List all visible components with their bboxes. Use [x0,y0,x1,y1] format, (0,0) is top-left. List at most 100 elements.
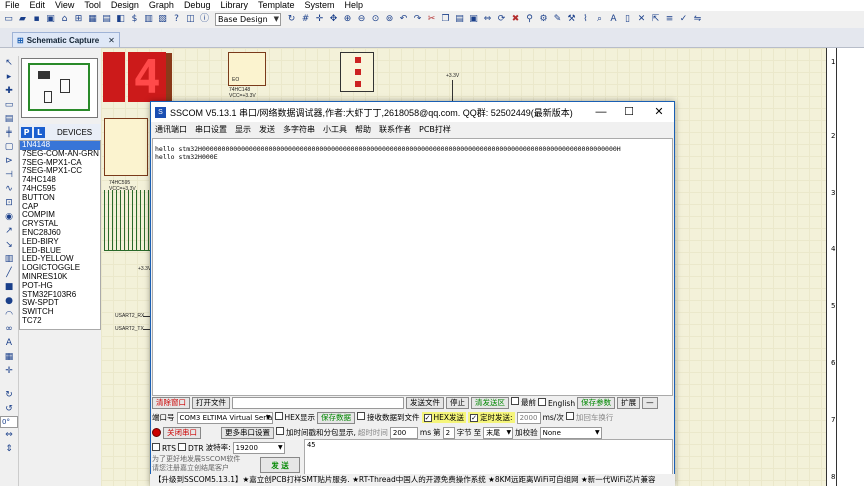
close-icon[interactable]: ✕ [108,36,115,45]
device-list-item[interactable]: LED-YELLOW [20,255,100,264]
arc-icon[interactable]: ◠ [0,308,18,322]
rotate-cw-icon[interactable]: ↻ [0,388,18,402]
overview-window[interactable] [21,58,98,118]
device-list-item[interactable]: 7SEG-MPX1-CA [20,159,100,168]
menu-design[interactable]: Design [106,0,144,11]
component-mode-icon[interactable]: ▸ [0,70,18,84]
stop-button[interactable]: 停止 [446,396,469,409]
pin-icon[interactable]: ⊣ [0,168,18,182]
rts-checkbox[interactable]: RTS [152,442,176,453]
chip-74hc595[interactable] [104,118,148,176]
wire-autorouter-icon[interactable]: ⌇ [579,13,592,26]
device-list[interactable]: 1N4148 7SEG-COM-AN-GRN 7SEG-MPX1-CA 7SEG-MP… [19,140,101,330]
search-tag-icon[interactable]: ⌕ [593,13,606,26]
timestamp-checkbox[interactable]: 加时间戳和分包显示, [276,427,356,438]
save-icon[interactable]: ▪ [30,13,43,26]
script-icon[interactable]: ▧ [156,13,169,26]
menu-contact[interactable]: 联系作者 [375,122,415,137]
device-list-item[interactable]: LED-BIRY [20,238,100,247]
bom-icon[interactable]: $ [128,13,141,26]
probe-current-icon[interactable]: ↘ [0,238,18,252]
pan-icon[interactable]: ✥ [327,13,340,26]
baud-select[interactable]: 19200 ▼ [232,441,285,454]
on-top-checkbox[interactable]: 最前 [511,397,536,408]
menu-system[interactable]: System [300,0,340,11]
open-folder-icon[interactable]: ▰ [16,13,29,26]
switch-block[interactable] [340,52,374,92]
block-copy-icon[interactable]: ▣ [467,13,480,26]
receive-area[interactable]: hello stm32H0000000000000000000000000000… [152,138,673,396]
chip-74hc148[interactable]: EO [228,52,266,86]
help-icon[interactable]: ? [170,13,183,26]
design-combo[interactable]: Base Design ▼ [215,13,281,26]
menu-send[interactable]: 发送 [255,122,279,137]
close-file-icon[interactable]: ▣ [44,13,57,26]
menu-view[interactable]: View [50,0,79,11]
device-list-item[interactable]: SW-SPDT [20,299,100,308]
goto-parent-icon[interactable]: ⇱ [649,13,662,26]
paste-icon[interactable]: ▤ [453,13,466,26]
send-file-button[interactable]: 发送文件 [406,396,444,409]
save-data-button[interactable]: 保存数据 [317,411,356,424]
grid-icon[interactable]: # [299,13,312,26]
text-icon[interactable]: A [0,336,18,350]
collapse-button[interactable]: — [642,396,658,409]
symbol-icon[interactable]: ▦ [0,350,18,364]
open-file-button[interactable]: 打开文件 [192,396,230,409]
menu-library[interactable]: Library [215,0,253,11]
decompose-icon[interactable]: ⚒ [565,13,578,26]
menu-serial-settings[interactable]: 串口设置 [191,122,231,137]
design-explorer-icon[interactable]: ◫ [184,13,197,26]
mirror-horizontal-icon[interactable]: ⇔ [0,428,18,442]
generator-icon[interactable]: ◉ [0,210,18,224]
interval-field[interactable]: 2000 [516,411,541,424]
redo-icon[interactable]: ↷ [411,13,424,26]
device-list-item[interactable]: 1N4148 [20,141,100,150]
netlist-icon[interactable]: ⇋ [691,13,704,26]
dtr-checkbox[interactable]: DTR [178,442,204,453]
menu-display[interactable]: 显示 [231,122,255,137]
graph-icon[interactable]: ∿ [0,182,18,196]
device-list-item[interactable]: CRYSTAL [20,220,100,229]
menu-tool[interactable]: Tool [79,0,106,11]
menu-tools[interactable]: 小工具 [319,122,351,137]
subcircuit-icon[interactable]: ▢ [0,140,18,154]
tab-schematic-capture[interactable]: ⊞ Schematic Capture ✕ [12,32,120,47]
device-list-item[interactable]: COMPIM [20,211,100,220]
packaging-icon[interactable]: ✎ [551,13,564,26]
clear-send-button[interactable]: 清发送区 [471,396,509,409]
add-enter-checkbox[interactable]: 加回车换行 [565,412,613,423]
circle-icon[interactable]: ● [0,294,18,308]
zoom-out-icon[interactable]: ⊖ [355,13,368,26]
schematic-icon[interactable]: ⊞ [72,13,85,26]
hex-display-checkbox[interactable]: HEX显示 [274,412,315,423]
file-path-field[interactable] [232,396,404,409]
origin-icon[interactable]: ✛ [313,13,326,26]
recv-to-file-checkbox[interactable]: 接收数据到文件 [357,412,420,423]
block-rotate-icon[interactable]: ⟳ [495,13,508,26]
seven-segment-display[interactable]: 4 [128,50,166,104]
undo-icon[interactable]: ↶ [397,13,410,26]
new-sheet-icon[interactable]: ▯ [621,13,634,26]
select-arrow-icon[interactable]: ↖ [0,56,18,70]
library-manager-button[interactable]: L [34,126,45,138]
device-list-item[interactable]: BUTTON [20,194,100,203]
angle-field[interactable]: 0° [0,416,18,428]
line-icon[interactable]: ╱ [0,266,18,280]
gallery-icon[interactable]: ▤ [100,13,113,26]
more-port-settings-button[interactable]: 更多串口设置 [221,426,274,439]
gerber-icon[interactable]: ◧ [114,13,127,26]
end-select[interactable]: 末尾 ▼ [483,426,514,439]
menu-help[interactable]: 帮助 [351,122,375,137]
info-icon[interactable]: ⓘ [198,13,211,26]
checksum-select[interactable]: None ▼ [539,426,602,439]
hex-send-checkbox[interactable]: ✓ HEX发送 [421,412,467,423]
send-text-area[interactable]: 45 [304,439,673,475]
expand-button[interactable]: 扩展 [617,396,641,409]
menu-help[interactable]: Help [340,0,369,11]
save-params-button[interactable]: 保存参数 [577,396,616,409]
device-list-item[interactable]: 74HC595 [20,185,100,194]
device-list-item[interactable]: LED-BLUE [20,247,100,256]
menu-multi-string[interactable]: 多字符串 [279,122,319,137]
clear-window-button[interactable]: 清除窗口 [152,396,190,409]
